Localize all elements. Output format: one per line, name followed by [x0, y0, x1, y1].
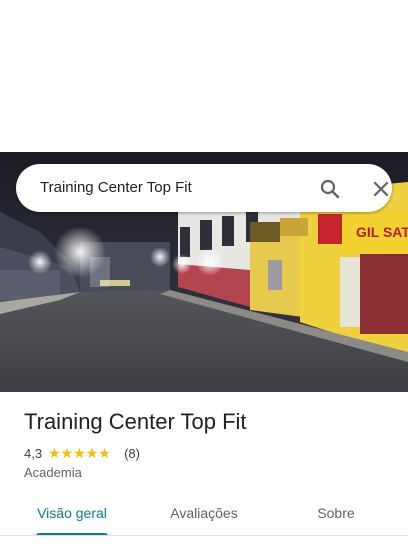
tab-reviews-label: Avaliações: [170, 505, 238, 521]
search-input[interactable]: Training Center Top Fit: [40, 179, 192, 196]
place-category: Academia: [24, 465, 82, 480]
close-icon[interactable]: [369, 177, 393, 201]
rating-value: 4,3: [24, 445, 43, 461]
tab-about-label: Sobre: [317, 505, 355, 521]
tab-overview[interactable]: Visão geral: [24, 492, 120, 536]
tab-reviews[interactable]: Avaliações: [154, 492, 254, 536]
place-tabs: Visão geral Avaliações Sobre: [0, 492, 408, 536]
shop-sign-text: GIL SAT: [356, 224, 408, 240]
star-rating-filled: ★★★★★: [48, 446, 109, 460]
tabs-divider: [0, 535, 408, 536]
search-icon[interactable]: [318, 177, 342, 201]
rating-row[interactable]: 4,3 ★★★★★ ★★★★★ (8): [24, 444, 140, 462]
place-title: Training Center Top Fit: [24, 409, 247, 434]
tab-about[interactable]: Sobre: [300, 492, 372, 536]
map-area-blank: [0, 0, 408, 152]
star-rating: ★★★★★ ★★★★★: [48, 446, 118, 460]
tab-overview-label: Visão geral: [37, 505, 107, 521]
review-count[interactable]: (8): [124, 446, 140, 461]
search-bar[interactable]: Training Center Top Fit: [16, 164, 392, 212]
